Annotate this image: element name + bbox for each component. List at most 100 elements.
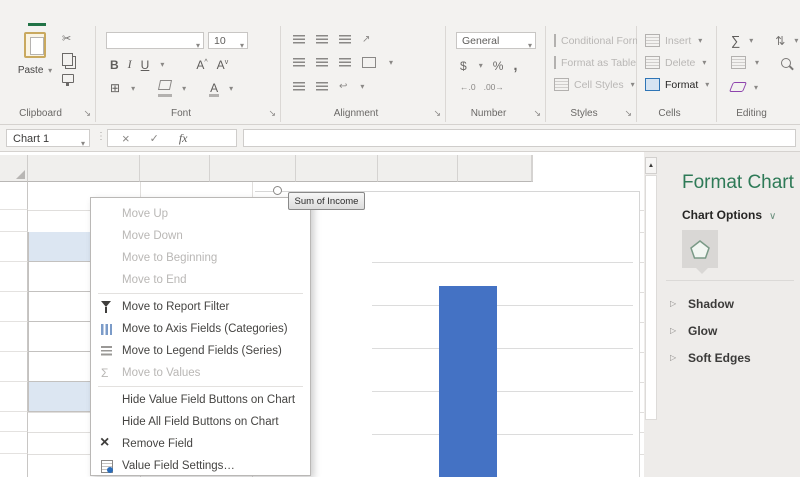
align-left-icon[interactable] [293, 58, 305, 67]
borders-icon[interactable]: ⊞ [110, 81, 120, 95]
row-header[interactable] [0, 292, 28, 322]
ribbon-tab[interactable] [154, 14, 172, 26]
column-header[interactable] [458, 155, 532, 182]
row-header[interactable] [0, 454, 28, 477]
clear-icon[interactable] [729, 82, 747, 92]
delete-cells-button[interactable]: Delete▾ [645, 56, 706, 69]
number-dialog-launcher[interactable]: ↘ [533, 108, 541, 119]
row-header[interactable] [0, 210, 28, 232]
wrap-text-icon[interactable]: ↩ [339, 81, 347, 92]
column-header[interactable] [28, 155, 140, 182]
row-header[interactable] [0, 232, 28, 262]
align-top-icon[interactable] [293, 35, 305, 44]
ribbon-tab[interactable] [46, 14, 64, 26]
row-header[interactable] [0, 412, 28, 432]
format-as-table-button[interactable]: Format as Table▾ [554, 56, 637, 69]
font-size-select[interactable]: 10▾ [208, 32, 248, 49]
cell-styles-button[interactable]: Cell Styles▾ [554, 78, 637, 91]
column-header[interactable] [140, 155, 210, 182]
name-box[interactable]: Chart 1▾ [6, 129, 90, 147]
ribbon-tab[interactable] [172, 14, 190, 26]
align-right-icon[interactable] [339, 58, 351, 67]
ribbon-tab[interactable] [28, 14, 46, 26]
ribbon-tab[interactable] [82, 14, 100, 26]
scroll-up-icon[interactable]: ▲ [645, 157, 657, 174]
cancel-icon[interactable]: × [122, 131, 130, 146]
row-header[interactable] [0, 382, 28, 412]
insert-function-icon[interactable]: fx [179, 131, 188, 146]
column-header[interactable] [210, 155, 296, 182]
bold-icon[interactable]: B [110, 58, 119, 72]
comma-icon[interactable]: , [513, 57, 517, 74]
conditional-formatting-button[interactable]: Conditional Formatting▾ [554, 34, 637, 47]
column-header[interactable] [378, 155, 458, 182]
row-header[interactable] [0, 322, 28, 352]
menu-item[interactable]: Move to Legend Fields (Series) [91, 340, 310, 362]
underline-icon[interactable]: U [141, 58, 150, 72]
sort-filter-icon[interactable]: ⇅ [775, 34, 785, 48]
menu-item[interactable]: Move to Report Filter [91, 296, 310, 318]
orientation-icon[interactable]: ↗ [362, 34, 370, 45]
ribbon-tab[interactable] [136, 14, 154, 26]
menu-item[interactable]: Move to End [91, 269, 310, 291]
scissors-cut-icon[interactable]: ✂ [62, 34, 74, 45]
ribbon-tab[interactable] [10, 14, 28, 26]
menu-item[interactable]: Hide Value Field Buttons on Chart [91, 389, 310, 411]
chart-selection-handle[interactable] [273, 186, 282, 195]
align-bottom-icon[interactable] [339, 35, 351, 44]
chart-bar[interactable] [439, 286, 497, 477]
align-middle-icon[interactable] [316, 35, 328, 44]
styles-dialog-launcher[interactable]: ↘ [624, 108, 632, 119]
find-icon[interactable] [781, 58, 791, 68]
ribbon-tab[interactable] [64, 14, 82, 26]
chart-field-button[interactable]: Sum of Income [288, 192, 365, 210]
currency-icon[interactable]: $ [460, 59, 467, 73]
align-center-icon[interactable] [316, 58, 328, 67]
chart-options-selector[interactable]: Chart Options∨ [682, 208, 776, 222]
effects-section-row[interactable]: ▷ Soft Edges [670, 344, 800, 371]
alignment-dialog-launcher[interactable]: ↘ [433, 108, 441, 119]
menu-item[interactable]: Move Down [91, 225, 310, 247]
increase-decimal-icon[interactable]: ←.0 [460, 82, 476, 92]
menu-item[interactable]: Move to Axis Fields (Categories) [91, 318, 310, 340]
menu-item[interactable]: Move to Values [91, 362, 310, 384]
row-header[interactable] [0, 182, 28, 210]
formula-bar-splitter[interactable]: ⋮ [96, 131, 106, 142]
scrollbar-thumb[interactable] [645, 175, 657, 420]
ribbon-tab[interactable] [208, 14, 226, 26]
effects-section-row[interactable]: ▷ Glow [670, 317, 800, 344]
copy-icon[interactable] [62, 53, 73, 66]
font-dialog-launcher[interactable]: ↘ [268, 108, 276, 119]
formula-input[interactable] [243, 129, 796, 147]
menu-item[interactable]: Value Field Settings… [91, 455, 310, 477]
font-color-icon[interactable]: A [210, 82, 218, 94]
vertical-scrollbar[interactable]: ▲ [644, 152, 658, 477]
increase-indent-icon[interactable] [316, 82, 328, 91]
row-header[interactable] [0, 432, 28, 454]
menu-item[interactable]: Move to Beginning [91, 247, 310, 269]
paste-button[interactable]: Paste ▾ [12, 32, 58, 76]
format-painter-icon[interactable] [62, 74, 74, 83]
row-header[interactable] [0, 352, 28, 382]
ribbon-tab[interactable] [190, 14, 208, 26]
column-header[interactable] [296, 155, 378, 182]
grow-font-icon[interactable]: A^ [196, 58, 207, 72]
merge-center-icon[interactable] [362, 57, 376, 68]
enter-icon[interactable]: ✓ [150, 132, 159, 145]
menu-item[interactable]: Hide All Field Buttons on Chart [91, 411, 310, 433]
fill-icon[interactable] [731, 56, 746, 69]
shrink-font-icon[interactable]: Av [217, 58, 229, 72]
select-all-button[interactable] [0, 155, 28, 182]
effects-section-row[interactable]: ▷ Shadow [670, 290, 800, 317]
row-header[interactable] [0, 262, 28, 292]
column-header[interactable] [532, 155, 533, 182]
ribbon-tab[interactable] [100, 14, 118, 26]
fill-color-icon[interactable] [159, 82, 171, 94]
menu-item[interactable]: Move Up [91, 203, 310, 225]
pivot-chart[interactable] [255, 191, 640, 477]
number-format-select[interactable]: General▾ [456, 32, 536, 49]
italic-icon[interactable]: I [128, 57, 132, 72]
font-name-select[interactable]: ▾ [106, 32, 204, 49]
format-cells-button[interactable]: Format▾ [645, 78, 709, 91]
decrease-indent-icon[interactable] [293, 82, 305, 91]
